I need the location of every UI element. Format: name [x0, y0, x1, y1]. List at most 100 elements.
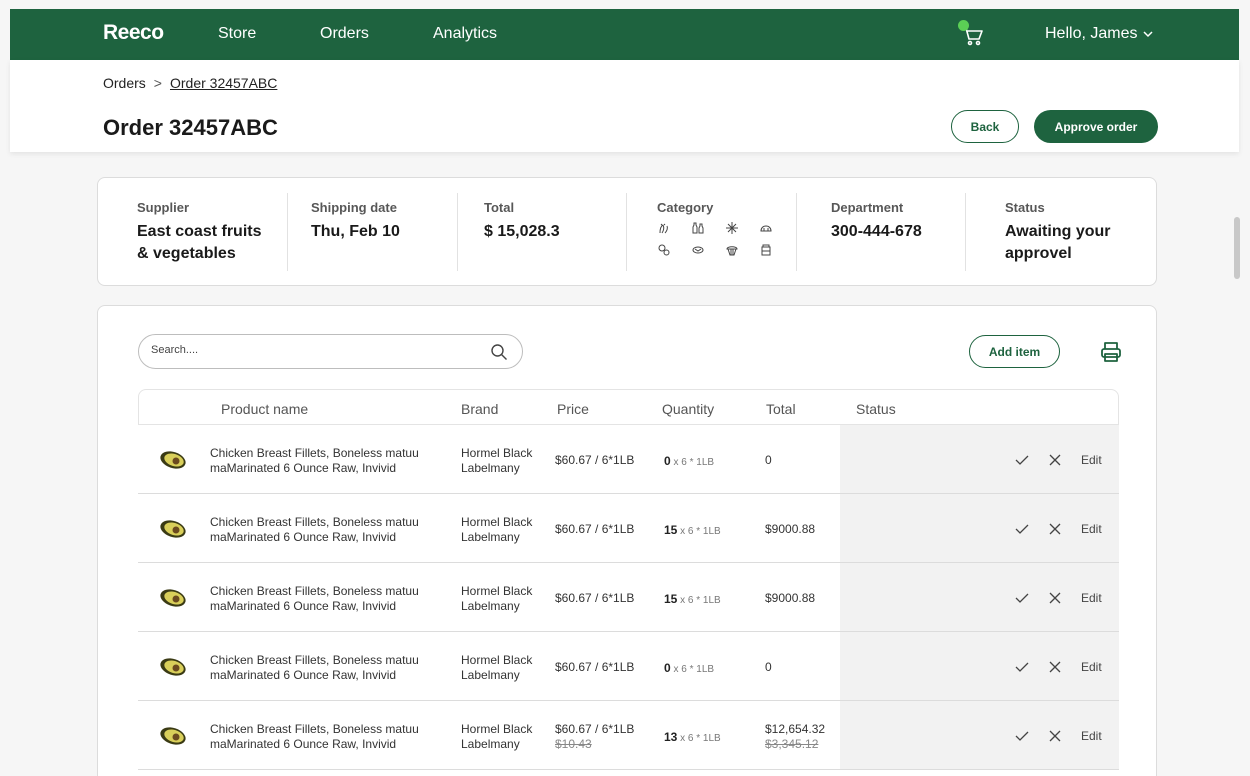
status-cell — [840, 632, 1119, 700]
add-item-button[interactable]: Add item — [969, 335, 1060, 368]
reject-x-icon[interactable] — [1048, 522, 1062, 536]
old-total: $3,345.12 — [765, 737, 819, 751]
edit-link[interactable]: Edit — [1081, 660, 1102, 674]
table-row[interactable]: Chicken Breast Fillets, Boneless matuu ma… — [138, 425, 1119, 494]
status-cell — [840, 425, 1119, 493]
header-status[interactable]: Status — [856, 401, 896, 417]
status-value-line1: Awaiting your — [1005, 223, 1111, 240]
header-price[interactable]: Price — [557, 401, 589, 417]
edit-link[interactable]: Edit — [1081, 729, 1102, 743]
header-total[interactable]: Total — [766, 401, 796, 417]
edit-link[interactable]: Edit — [1081, 522, 1102, 536]
page-title: Order 32457ABC — [103, 115, 278, 140]
search-box — [138, 334, 523, 369]
avocado-icon — [160, 727, 186, 745]
quantity: 0 x 6 * 1LB — [664, 661, 715, 675]
table-header: Product name Brand Price Quantity Total … — [138, 389, 1119, 425]
chevron-down-icon — [1143, 31, 1154, 38]
brand: Hormel Black Labelmany — [461, 584, 533, 613]
breadcrumb-root[interactable]: Orders — [103, 75, 146, 91]
cart-icon[interactable] — [958, 20, 986, 48]
table-row[interactable]: Chicken Breast Fillets, Boneless matuu ma… — [138, 494, 1119, 563]
summary-department: Department 300-444-678 — [831, 200, 922, 243]
approve-check-icon[interactable] — [1014, 521, 1030, 537]
greeting-text: Hello, James — [1045, 25, 1138, 42]
reject-x-icon[interactable] — [1048, 660, 1062, 674]
breadcrumb-separator: > — [153, 75, 162, 91]
order-items-card: Add item Product name Brand Price Quanti… — [97, 305, 1157, 776]
scrollbar-thumb[interactable] — [1234, 217, 1240, 279]
nav-orders[interactable]: Orders — [320, 25, 369, 43]
avocado-icon — [160, 589, 186, 607]
pills-icon — [658, 244, 670, 256]
quantity: 13 x 6 * 1LB — [664, 730, 721, 744]
edit-link[interactable]: Edit — [1081, 453, 1102, 467]
row-total: 0 — [765, 453, 772, 467]
table-row[interactable]: Chicken Breast Fillets, Boneless matuu ma… — [138, 563, 1119, 632]
approve-check-icon[interactable] — [1014, 590, 1030, 606]
department-label: Department — [831, 200, 904, 215]
status-label: Status — [1005, 200, 1045, 215]
department-value: 300-444-678 — [831, 223, 922, 240]
reject-x-icon[interactable] — [1048, 453, 1062, 467]
row-total: $9000.88 — [765, 591, 816, 605]
approve-order-button[interactable]: Approve order — [1034, 110, 1158, 143]
top-nav: Reeco Store Orders Analytics Hello, Jame… — [10, 9, 1239, 60]
supplier-label: Supplier — [137, 200, 190, 215]
divider — [965, 193, 966, 271]
status-value-line2: approvel — [1005, 245, 1072, 262]
avocado-icon — [160, 451, 186, 469]
printer-icon[interactable] — [1099, 340, 1123, 364]
breadcrumb: Orders > Order 32457ABC — [103, 75, 277, 91]
brand: Hormel Black Labelmany — [461, 446, 533, 475]
snowflake-icon — [726, 222, 738, 234]
total-label: Total — [484, 200, 515, 215]
cart-badge — [958, 20, 969, 31]
bread-icon — [760, 225, 772, 232]
logo[interactable]: Reeco — [103, 21, 164, 45]
fish-icon — [692, 246, 704, 254]
edit-link[interactable]: Edit — [1081, 591, 1102, 605]
avocado-icon — [160, 658, 186, 676]
product-name: Chicken Breast Fillets, Boneless matuu ma… — [210, 584, 419, 613]
avocado-icon — [160, 520, 186, 538]
supplier-value-line1: East coast fruits — [137, 223, 262, 240]
divider — [287, 193, 288, 271]
header-product[interactable]: Product name — [221, 401, 308, 417]
quantity: 0 x 6 * 1LB — [664, 454, 715, 468]
bottles-icon — [692, 222, 704, 234]
search-input[interactable] — [151, 344, 481, 356]
items-table: Product name Brand Price Quantity Total … — [138, 389, 1119, 770]
divider — [457, 193, 458, 271]
price: $60.67 / 6*1LB — [555, 453, 635, 467]
header-brand[interactable]: Brand — [461, 401, 498, 417]
row-total: 0 — [765, 660, 772, 674]
old-price: $10.43 — [555, 737, 592, 751]
back-button[interactable]: Back — [951, 110, 1019, 143]
table-row[interactable]: Chicken Breast Fillets, Boneless matuu ma… — [138, 701, 1119, 770]
reject-x-icon[interactable] — [1048, 591, 1062, 605]
status-cell — [840, 494, 1119, 562]
shipping-value: Thu, Feb 10 — [311, 223, 400, 240]
product-name: Chicken Breast Fillets, Boneless matuu ma… — [210, 722, 419, 751]
reject-x-icon[interactable] — [1048, 729, 1062, 743]
nav-analytics[interactable]: Analytics — [433, 25, 497, 43]
approve-check-icon[interactable] — [1014, 728, 1030, 744]
nav-store[interactable]: Store — [218, 25, 256, 43]
search-icon[interactable] — [490, 343, 508, 361]
approve-check-icon[interactable] — [1014, 452, 1030, 468]
product-name: Chicken Breast Fillets, Boneless matuu ma… — [210, 515, 419, 544]
total-value: $ 15,028.3 — [484, 223, 560, 240]
divider — [796, 193, 797, 271]
table-row[interactable]: Chicken Breast Fillets, Boneless matuu ma… — [138, 632, 1119, 701]
quantity: 15 x 6 * 1LB — [664, 523, 721, 537]
order-header: Orders > Order 32457ABC Order 32457ABC B… — [10, 60, 1239, 152]
header-quantity[interactable]: Quantity — [662, 401, 714, 417]
cupcake-icon — [726, 246, 738, 256]
user-menu[interactable]: Hello, James — [1045, 25, 1154, 43]
price: $60.67 / 6*1LB — [555, 522, 635, 536]
breadcrumb-current[interactable]: Order 32457ABC — [170, 75, 277, 91]
price: $60.67 / 6*1LB $10.43 — [555, 722, 635, 751]
approve-check-icon[interactable] — [1014, 659, 1030, 675]
price: $60.67 / 6*1LB — [555, 591, 635, 605]
